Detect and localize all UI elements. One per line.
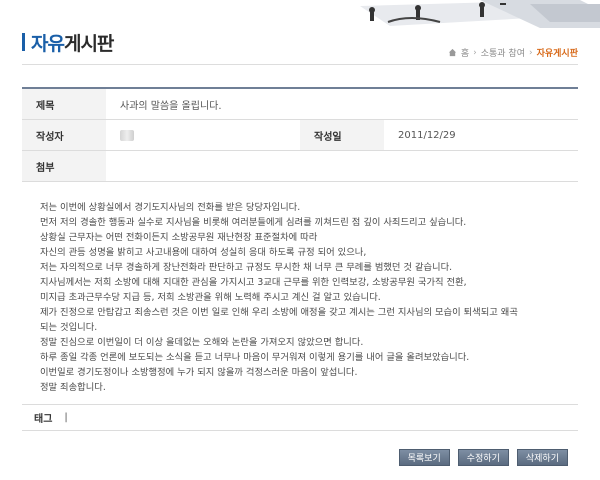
date-label: 작성일 <box>300 120 384 150</box>
breadcrumb: 홈 › 소통과 참여 › 자유게시판 <box>448 46 578 59</box>
author-row: 작성자 작성일 2011/12/29 <box>22 120 578 151</box>
tags-label: 태그 <box>34 414 53 425</box>
author-redacted <box>120 129 134 141</box>
title-text: 게시판 <box>63 32 114 55</box>
banner-illustration <box>300 0 600 28</box>
author-label: 작성자 <box>22 120 106 150</box>
body-line: 정말 죄송합니다. <box>40 382 106 393</box>
breadcrumb-separator-icon: › <box>473 47 477 58</box>
body-line: 먼저 저의 경솔한 행동과 실수로 지사님을 비롯해 여러분들에게 심려를 끼쳐… <box>40 217 467 228</box>
attachment-value <box>106 151 578 181</box>
action-buttons: 목록보기 수정하기 삭제하기 <box>398 449 568 466</box>
body-line: 상황실 근무자는 어떤 전화이든지 소방공무원 재난현장 표준절차에 따라 <box>40 232 318 243</box>
title-highlight: 자유 <box>31 32 65 55</box>
breadcrumb-current[interactable]: 자유게시판 <box>537 46 578 59</box>
breadcrumb-separator-icon: › <box>528 47 533 58</box>
breadcrumb-parent[interactable]: 소통과 참여 <box>481 46 525 59</box>
breadcrumb-home[interactable]: 홈 <box>461 46 469 59</box>
body-line: 되는 것입니다. <box>40 322 98 333</box>
post-body: 저는 이번에 상황실에서 경기도지사님의 전화를 받은 당당자입니다. 먼저 저… <box>40 200 570 395</box>
author-value <box>106 120 300 150</box>
body-line: 하루 종일 각종 언론에 보도되는 소식을 듣고 너무나 마음이 무거워져 이렇… <box>40 352 470 363</box>
tags-row: 태그 | <box>22 404 578 431</box>
page-title: 자유게시판 <box>22 30 114 55</box>
post-info-table: 제목 사과의 말씀을 올립니다. 작성자 작성일 2011/12/29 첨부 <box>22 87 578 182</box>
home-icon <box>448 48 456 57</box>
edit-button[interactable]: 수정하기 <box>457 449 509 466</box>
body-line: 제가 진정으로 안탑갑고 죄송스런 것은 이번 일로 인해 우리 소방에 애정을… <box>40 307 518 318</box>
tags-separator: | <box>64 412 68 423</box>
list-button[interactable]: 목록보기 <box>398 449 450 466</box>
attachment-label: 첨부 <box>22 151 106 181</box>
divider <box>22 64 578 65</box>
body-line: 저는 자의적으로 너무 경솔하게 장난전화라 판단하고 규정도 무시한 채 너무… <box>40 262 453 273</box>
subject-label: 제목 <box>22 89 106 119</box>
subject-value: 사과의 말씀을 올립니다. <box>120 100 222 112</box>
delete-button[interactable]: 삭제하기 <box>516 449 568 466</box>
body-line: 자신의 관등 성명을 밝히고 사고내용에 대하여 성실히 응대 하도록 규정 되… <box>40 247 367 258</box>
top-banner <box>0 0 600 28</box>
body-line: 저는 이번에 상황실에서 경기도지사님의 전화를 받은 당당자입니다. <box>40 202 301 213</box>
attachment-row: 첨부 <box>22 151 578 182</box>
body-line: 미지급 초과근무수당 지급 등, 저희 소방관을 위해 노력해 주시고 계신 걸… <box>40 292 381 303</box>
subject-row: 제목 사과의 말씀을 올립니다. <box>22 89 578 120</box>
body-line: 정말 진심으로 이번일이 더 이상 을데없는 오해와 논란을 가져오지 않았으면… <box>40 337 364 348</box>
title-accent-bar <box>22 33 25 51</box>
body-line: 이번일로 경기도정이나 소방행정에 누가 되지 않을까 걱정스러운 마음이 앞섭… <box>40 367 358 378</box>
body-line: 지사님께서는 저희 소방에 대해 지대한 관심을 가지시고 3교대 근무를 위한… <box>40 277 467 288</box>
date-value: 2011/12/29 <box>398 129 456 141</box>
